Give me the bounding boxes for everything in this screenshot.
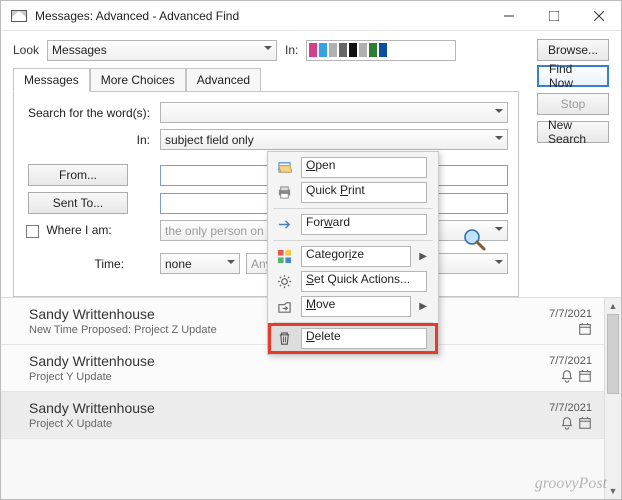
in-folder-label: In:: [285, 43, 298, 57]
menu-set-quick-actions[interactable]: Set Quick Actions...: [271, 269, 435, 294]
result-icons: [560, 416, 592, 430]
chevron-down-icon: [495, 224, 503, 238]
scroll-down-icon[interactable]: ▼: [605, 483, 621, 499]
search-in-label: In:: [24, 133, 154, 147]
menu-categorize[interactable]: Categorize ▶: [271, 244, 435, 269]
gear-icon: [275, 273, 293, 291]
look-label: Look: [13, 43, 39, 57]
look-select[interactable]: Messages: [47, 40, 277, 61]
search-words-label: Search for the word(s):: [24, 106, 154, 120]
in-folder-field[interactable]: [306, 40, 456, 61]
close-button[interactable]: [576, 1, 621, 31]
action-column: Find Now Stop New Search: [537, 65, 609, 143]
chevron-down-icon: [264, 43, 272, 57]
window-title: Messages: Advanced - Advanced Find: [35, 9, 486, 23]
tab-more-choices[interactable]: More Choices: [90, 68, 186, 92]
forward-icon: [275, 216, 293, 234]
magnifier-icon: [462, 227, 488, 256]
calendar-icon: [578, 369, 592, 383]
result-date: 7/7/2021: [549, 402, 592, 414]
menu-quick-print-label: Quick Print: [301, 182, 427, 203]
minimize-button[interactable]: [486, 1, 531, 31]
time-label: Time:: [24, 257, 128, 271]
menu-delete[interactable]: Delete: [271, 326, 435, 351]
chevron-down-icon: [227, 257, 235, 271]
menu-open-label: Open: [301, 157, 427, 178]
scroll-thumb[interactable]: [607, 314, 619, 394]
menu-delete-label: Delete: [301, 328, 427, 349]
submenu-arrow-icon: ▶: [419, 301, 427, 312]
chevron-down-icon: [495, 106, 503, 120]
trash-icon: [275, 330, 293, 348]
titlebar: Messages: Advanced - Advanced Find: [1, 1, 621, 31]
time-type-select[interactable]: none: [160, 253, 240, 274]
scrollbar[interactable]: ▲ ▼: [604, 298, 621, 499]
menu-move-label: Move: [301, 296, 411, 317]
where-label: Where I am:: [46, 223, 111, 237]
menu-forward-label: Forward: [301, 214, 427, 235]
scroll-up-icon[interactable]: ▲: [605, 298, 621, 314]
tab-advanced[interactable]: Advanced: [186, 68, 261, 92]
maximize-button[interactable]: [531, 1, 576, 31]
menu-set-quick-actions-label: Set Quick Actions...: [301, 271, 427, 292]
menu-categorize-label: Categorize: [301, 246, 411, 267]
app-icon: [11, 10, 27, 22]
search-in-select[interactable]: subject field only: [160, 129, 508, 150]
result-subject: Project X Update: [29, 418, 590, 430]
folder-color-swatch: [309, 41, 387, 59]
result-icons: [560, 369, 592, 383]
result-sender: Sandy Writtenhouse: [29, 400, 590, 416]
menu-move[interactable]: Move ▶: [271, 294, 435, 319]
find-now-button[interactable]: Find Now: [537, 65, 609, 87]
result-icons: [578, 322, 592, 336]
advanced-find-window: Messages: Advanced - Advanced Find Look …: [0, 0, 622, 500]
result-sender: Sandy Writtenhouse: [29, 353, 590, 369]
where-checkbox[interactable]: [26, 225, 39, 238]
result-date: 7/7/2021: [549, 355, 592, 367]
move-icon: [275, 298, 293, 316]
watermark: groovyPost: [535, 475, 607, 493]
sent-to-button[interactable]: Sent To...: [28, 192, 128, 214]
messages-tab-panel: Search for the word(s): In: subject fiel…: [13, 91, 519, 297]
look-row: Look Messages In: Browse...: [1, 31, 621, 67]
submenu-arrow-icon: ▶: [419, 251, 427, 262]
tabstrip: Messages More Choices Advanced: [1, 67, 521, 91]
chevron-down-icon: [495, 133, 503, 147]
bell-icon: [560, 416, 574, 430]
calendar-icon: [578, 416, 592, 430]
result-subject: Project Y Update: [29, 371, 590, 383]
list-item[interactable]: Sandy Writtenhouse Project X Update 7/7/…: [1, 392, 604, 439]
menu-separator: [273, 240, 433, 241]
menu-separator: [273, 208, 433, 209]
search-words-input[interactable]: [160, 102, 508, 123]
chevron-down-icon: [495, 257, 503, 271]
menu-open[interactable]: Open: [271, 155, 435, 180]
calendar-icon: [578, 322, 592, 336]
bell-icon: [560, 369, 574, 383]
open-icon: [275, 159, 293, 177]
from-button[interactable]: From...: [28, 164, 128, 186]
menu-separator: [273, 322, 433, 323]
categorize-icon: [275, 248, 293, 266]
context-menu: Open Quick Print Forward Categorize ▶ Se…: [267, 151, 439, 355]
menu-forward[interactable]: Forward: [271, 212, 435, 237]
new-search-button[interactable]: New Search: [537, 121, 609, 143]
look-select-value: Messages: [52, 43, 107, 57]
printer-icon: [275, 184, 293, 202]
menu-quick-print[interactable]: Quick Print: [271, 180, 435, 205]
stop-button: Stop: [537, 93, 609, 115]
result-date: 7/7/2021: [549, 308, 592, 320]
browse-button[interactable]: Browse...: [537, 39, 609, 61]
tab-messages[interactable]: Messages: [13, 68, 90, 92]
